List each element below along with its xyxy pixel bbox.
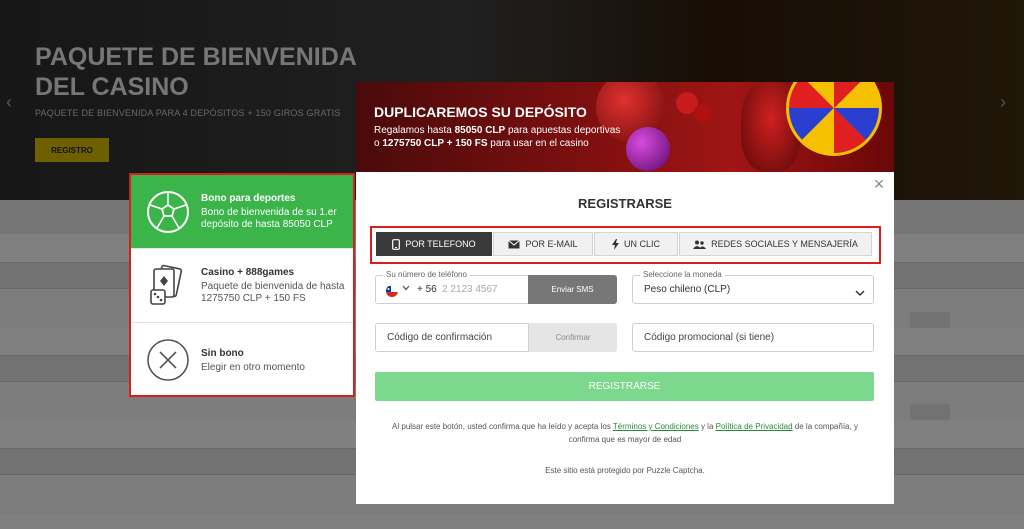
bonus-description: Paquete de bienvenida de hasta 1275750 C… bbox=[201, 281, 345, 304]
tab-label: POR E-MAIL bbox=[525, 239, 578, 249]
banner-amount: 1275750 CLP + 150 FS bbox=[382, 138, 488, 149]
legal-text-part: y la bbox=[698, 422, 716, 431]
bonus-option-sports[interactable]: Bono para deportes Bono de bienvenida de… bbox=[131, 175, 353, 249]
phone-prefix: + 56 bbox=[417, 284, 437, 295]
terms-link[interactable]: Términos y Condiciones bbox=[613, 422, 699, 431]
bonus-selection-panel: Bono para deportes Bono de bienvenida de… bbox=[129, 173, 355, 397]
legal-text-part: Al pulsar este botón, usted confirma que… bbox=[392, 422, 613, 431]
bonus-option-casino[interactable]: Casino + 888games Paquete de bienvenida … bbox=[131, 249, 353, 323]
banner-text: para apuestas deportivas bbox=[505, 125, 621, 136]
promo-code-input[interactable]: Código promocional (si tiene) bbox=[644, 332, 774, 343]
phone-icon bbox=[392, 238, 401, 250]
phone-label: Su número de teléfono bbox=[383, 270, 470, 279]
currency-label: Seleccione la moneda bbox=[640, 270, 725, 279]
tab-one-click[interactable]: UN CLIC bbox=[594, 232, 678, 256]
banner-title: DUPLICAREMOS SU DEPÓSITO bbox=[374, 104, 587, 120]
tab-phone[interactable]: POR TELEFONO bbox=[376, 232, 492, 256]
bonus-description: Bono de bienvenida de su 1.er depósito d… bbox=[201, 207, 337, 230]
cards-dice-icon bbox=[145, 263, 191, 309]
soccer-ball-icon bbox=[145, 189, 191, 235]
tab-label: UN CLIC bbox=[623, 239, 660, 249]
bonus-title: Bono para deportes bbox=[201, 193, 296, 204]
lightning-icon bbox=[611, 238, 619, 250]
chile-flag-icon[interactable] bbox=[386, 285, 398, 297]
chevron-down-icon[interactable] bbox=[402, 284, 410, 293]
confirmation-code-field[interactable]: Código de confirmación Confirmar bbox=[375, 323, 617, 352]
confirmation-code-input[interactable]: Código de confirmación bbox=[387, 332, 492, 343]
currency-select[interactable]: Peso chileno (CLP) bbox=[632, 275, 874, 304]
banner-amount: 85050 CLP bbox=[454, 125, 506, 136]
tab-label: POR TELEFONO bbox=[405, 239, 476, 249]
bonus-description: Elegir en otro momento bbox=[201, 361, 305, 373]
tab-social[interactable]: REDES SOCIALES Y MENSAJERÍA bbox=[679, 232, 872, 256]
currency-value: Peso chileno (CLP) bbox=[644, 284, 731, 295]
promo-code-field[interactable]: Código promocional (si tiene) bbox=[632, 323, 874, 352]
privacy-link[interactable]: Política de Privacidad bbox=[716, 422, 793, 431]
promo-banner: DUPLICAREMOS SU DEPÓSITO Regalamos hasta… bbox=[356, 82, 894, 172]
captcha-notice: Este sitio está protegido por Puzzle Cap… bbox=[545, 466, 705, 475]
cherry-art bbox=[694, 104, 712, 122]
banner-description: Regalamos hasta 85050 CLP para apuestas … bbox=[374, 124, 654, 150]
tab-email[interactable]: POR E-MAIL bbox=[493, 232, 593, 256]
send-sms-button[interactable]: Enviar SMS bbox=[528, 275, 617, 304]
banner-text: para usar en el casino bbox=[487, 138, 589, 149]
modal-title: REGISTRARSE bbox=[578, 196, 672, 211]
confirm-button[interactable]: Confirmar bbox=[528, 323, 617, 352]
bonus-title: Sin bono bbox=[201, 347, 244, 359]
tab-label: REDES SOCIALES Y MENSAJERÍA bbox=[711, 239, 858, 249]
phone-input[interactable]: 2 2123 4567 bbox=[442, 284, 498, 295]
registration-method-tabs: POR TELEFONO POR E-MAIL UN CLIC REDES SO… bbox=[370, 226, 881, 264]
register-button[interactable]: REGISTRARSE bbox=[375, 372, 874, 401]
envelope-icon bbox=[508, 239, 521, 249]
chevron-down-icon bbox=[855, 284, 865, 302]
registration-modal: DUPLICAREMOS SU DEPÓSITO Regalamos hasta… bbox=[356, 82, 894, 504]
close-icon[interactable]: × bbox=[872, 175, 886, 193]
legal-text: Al pulsar este botón, usted confirma que… bbox=[386, 420, 864, 446]
bonus-title: Casino + 888games bbox=[201, 267, 295, 278]
people-icon bbox=[693, 240, 707, 249]
fortune-wheel-art bbox=[786, 82, 882, 156]
phone-field[interactable]: + 56 2 2123 4567 Enviar SMS bbox=[375, 275, 617, 304]
banner-text: Regalamos hasta bbox=[374, 125, 455, 136]
close-circle-icon bbox=[145, 337, 191, 383]
bonus-option-none[interactable]: Sin bono Elegir en otro momento bbox=[131, 323, 353, 397]
